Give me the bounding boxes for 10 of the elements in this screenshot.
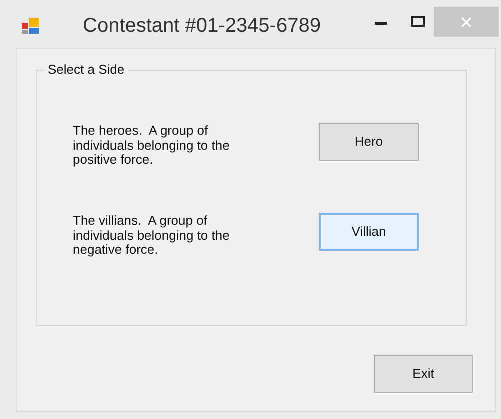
option-description: The heroes. A group of individuals belonging to the positive force. bbox=[73, 124, 231, 168]
window-title: Contestant #01-2345-6789 bbox=[83, 14, 321, 39]
maximize-icon bbox=[411, 16, 425, 26]
exit-button[interactable]: Exit bbox=[374, 355, 473, 393]
minimize-icon bbox=[375, 22, 387, 24]
option-button[interactable]: Villian bbox=[319, 213, 419, 251]
app-icon bbox=[22, 17, 40, 35]
option-description: The villians. A group of individuals belonging to the negative force. bbox=[73, 214, 231, 258]
close-icon bbox=[461, 16, 472, 28]
option-button[interactable]: Hero bbox=[319, 123, 419, 161]
